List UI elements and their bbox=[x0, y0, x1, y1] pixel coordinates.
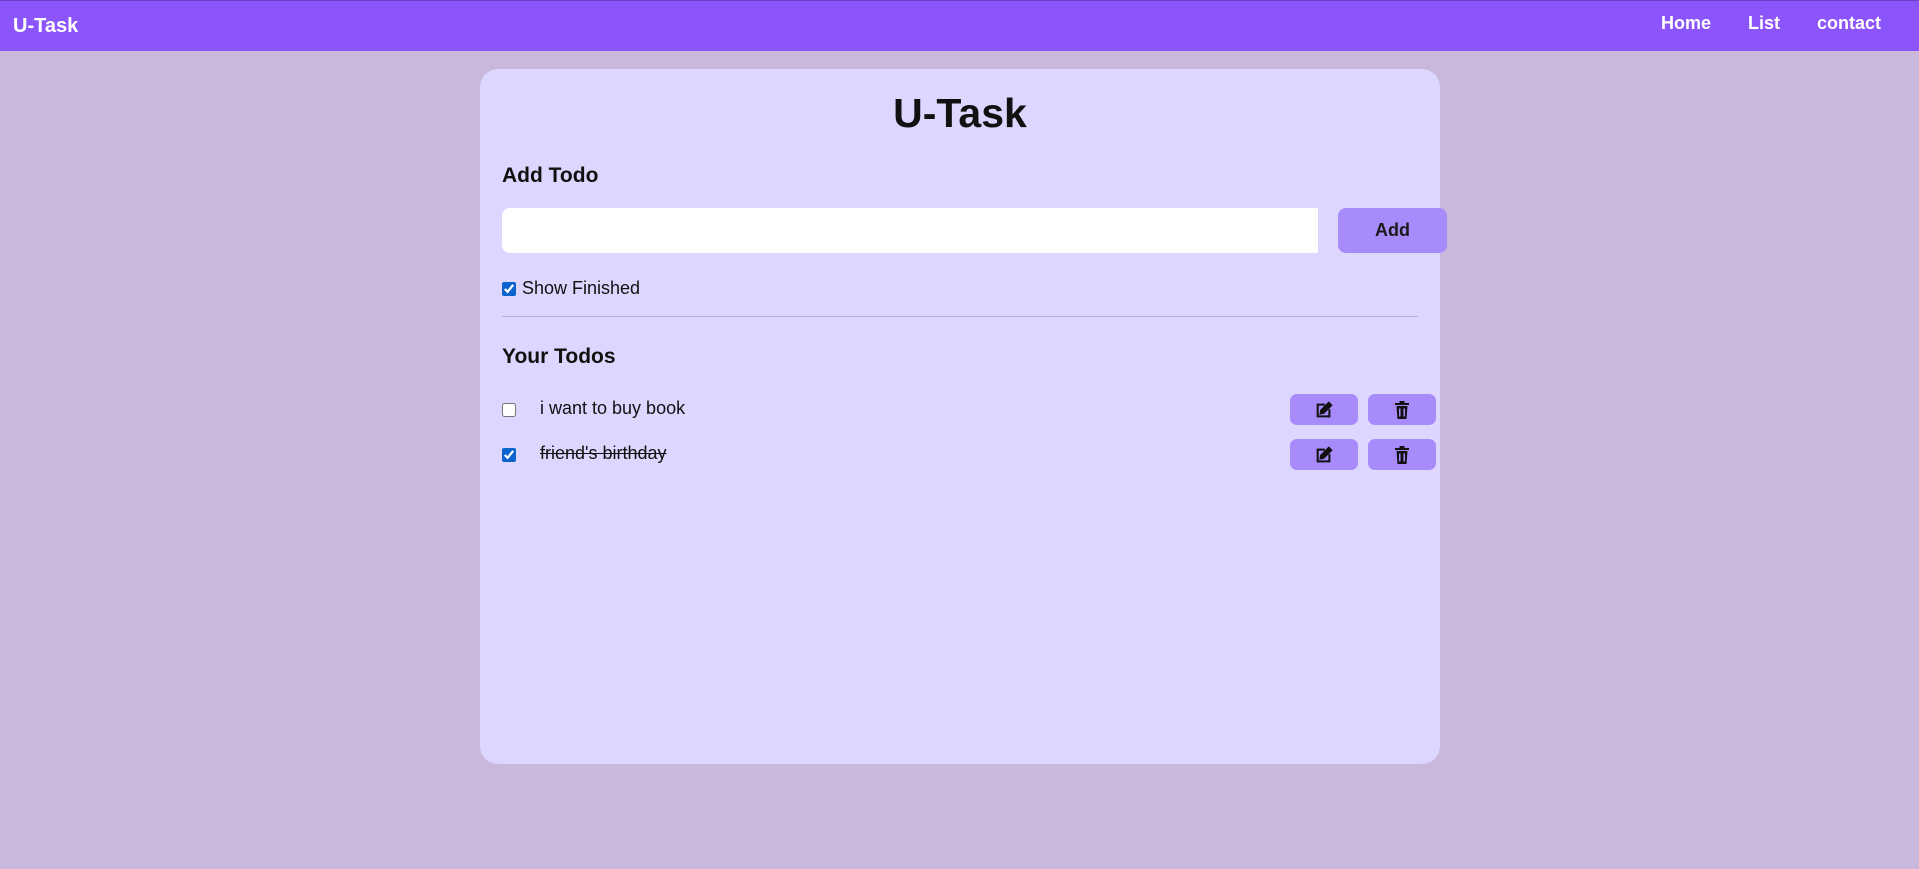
show-finished-toggle[interactable]: Show Finished bbox=[502, 278, 640, 299]
brand-logo[interactable]: U-Task bbox=[13, 15, 78, 38]
edit-icon bbox=[1316, 400, 1333, 417]
nav-links: Home List contact bbox=[1661, 13, 1881, 34]
nav-link-contact[interactable]: contact bbox=[1817, 13, 1881, 34]
edit-button[interactable] bbox=[1290, 439, 1358, 470]
divider bbox=[502, 316, 1418, 317]
edit-button[interactable] bbox=[1290, 394, 1358, 425]
show-finished-checkbox[interactable] bbox=[502, 281, 516, 296]
nav-link-list[interactable]: List bbox=[1748, 13, 1780, 34]
todo-input[interactable] bbox=[502, 208, 1318, 253]
delete-button[interactable] bbox=[1368, 394, 1436, 425]
todo-text: friend's birthday bbox=[540, 443, 667, 463]
show-finished-label: Show Finished bbox=[522, 278, 641, 298]
page-title: U-Task bbox=[893, 90, 1027, 136]
add-todo-form: Add bbox=[502, 208, 1447, 253]
todo-item: friend's birthday bbox=[502, 439, 1436, 470]
nav-link-home[interactable]: Home bbox=[1661, 13, 1711, 34]
trash-icon bbox=[1395, 445, 1409, 464]
trash-icon bbox=[1395, 400, 1409, 419]
top-navbar: U-Task Home List contact bbox=[0, 0, 1919, 51]
todo-text: i want to buy book bbox=[540, 398, 686, 418]
edit-icon bbox=[1316, 445, 1333, 462]
todo-card: U-Task Add Todo Add Show Finished Your T… bbox=[480, 69, 1447, 764]
todo-checkbox[interactable] bbox=[502, 403, 516, 417]
add-button[interactable]: Add bbox=[1338, 208, 1447, 253]
delete-button[interactable] bbox=[1368, 439, 1436, 470]
todo-item: i want to buy book bbox=[502, 394, 1436, 425]
todo-checkbox[interactable] bbox=[502, 448, 516, 462]
add-todo-heading: Add Todo bbox=[502, 164, 599, 187]
your-todos-heading: Your Todos bbox=[502, 345, 616, 368]
